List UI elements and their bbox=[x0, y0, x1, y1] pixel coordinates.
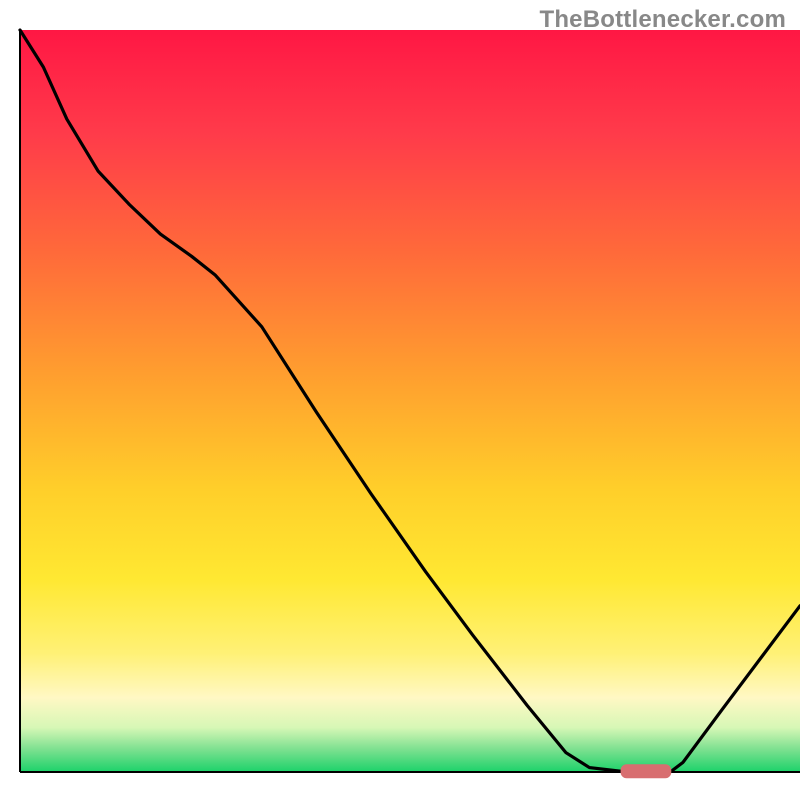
gradient-plot bbox=[0, 0, 800, 800]
minimum-marker bbox=[621, 764, 672, 778]
chart-container: TheBottlenecker.com bbox=[0, 0, 800, 800]
gradient-background bbox=[20, 30, 800, 772]
watermark-label: TheBottlenecker.com bbox=[539, 6, 786, 34]
